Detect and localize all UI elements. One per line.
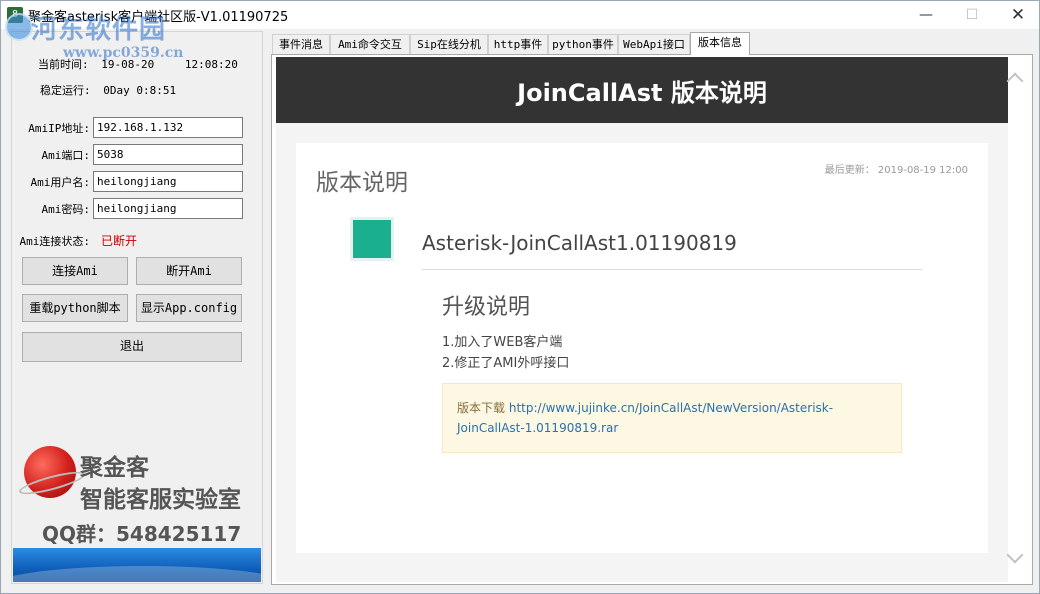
app-window: 8 聚金客asterisk客户端社区版-V1.01190725 — ☐ ✕ 当前… [0, 0, 1040, 594]
last-updated: 最后更新： 2019-08-19 12:00 [824, 165, 968, 176]
tab-event-messages[interactable]: 事件消息 [272, 34, 330, 55]
version-marker-icon [350, 217, 394, 261]
left-panel: 当前时间: 19-08-20 12:08:20 稳定运行: 0Day 0:8:5… [11, 31, 263, 584]
watermark-logo-icon [5, 13, 33, 41]
hero-title: JoinCallAst 版本说明 [276, 57, 1008, 123]
close-button[interactable]: ✕ [995, 1, 1040, 29]
version-info-pane: JoinCallAst 版本说明 版本说明 最后更新： 2019-08-19 1… [271, 54, 1033, 585]
tab-sip-extensions[interactable]: Sip在线分机 [410, 34, 488, 55]
brand-banner [13, 548, 261, 582]
tab-http-events[interactable]: http事件 [488, 34, 548, 55]
uptime-row: 稳定运行: 0Day 0:8:51 [40, 82, 176, 98]
disconnect-ami-button[interactable]: 断开Ami [136, 257, 242, 285]
tab-python-events[interactable]: python事件 [548, 34, 618, 55]
ami-password-label: Ami密码: [41, 203, 91, 216]
brand-name: 聚金客 [80, 455, 149, 481]
download-box: 版本下载 http://www.jujinke.cn/JoinCallAst/N… [442, 383, 902, 453]
exit-button[interactable]: 退出 [22, 332, 242, 362]
ami-port-field[interactable]: 5038 [93, 144, 243, 165]
maximize-button[interactable]: ☐ [949, 1, 995, 29]
version-card: 版本说明 最后更新： 2019-08-19 12:00 Asterisk-Joi… [296, 143, 988, 553]
ami-username-field[interactable]: heilongjiang [93, 171, 243, 192]
tab-webapi[interactable]: WebApi接口 [618, 34, 690, 55]
vertical-scrollbar[interactable] [1001, 59, 1029, 579]
scroll-down-icon[interactable] [1006, 546, 1024, 564]
upgrade-note: 2.修正了AMI外呼接口 [442, 356, 570, 371]
watermark-url: www.pc0359.cn [63, 45, 184, 61]
tab-version-info[interactable]: 版本信息 [690, 32, 750, 55]
connection-status-value: 已断开 [101, 234, 138, 248]
ami-ip-label: AmiIP地址: [28, 122, 90, 135]
scroll-up-icon[interactable] [1006, 72, 1024, 90]
card-title: 版本说明 [316, 170, 408, 196]
uptime-value: 0Day 0:8:51 [103, 84, 177, 97]
ami-username-label: Ami用户名: [30, 176, 91, 189]
upgrade-note: 1.加入了WEB客户端 [442, 335, 563, 350]
reload-python-button[interactable]: 重载python脚本 [22, 294, 128, 322]
tab-ami-commands[interactable]: Ami命令交互 [330, 34, 410, 55]
watermark-text: 河东软件园 [31, 15, 167, 45]
minimize-button[interactable]: — [903, 1, 949, 29]
upgrade-heading: 升级说明 [442, 295, 531, 320]
ami-port-label: Ami端口: [41, 149, 91, 162]
download-link[interactable]: http://www.jujinke.cn/JoinCallAst/NewVer… [457, 401, 833, 435]
version-document: JoinCallAst 版本说明 版本说明 最后更新： 2019-08-19 1… [276, 57, 1008, 582]
show-config-button[interactable]: 显示App.config [136, 294, 242, 322]
current-time-value: 12:08:20 [184, 58, 238, 71]
brand-globe-logo [24, 446, 76, 498]
qq-group: QQ群：548425117 [42, 522, 242, 546]
download-label: 版本下载 [457, 401, 506, 415]
brand-slogan: 智能客服实验室 [80, 487, 241, 513]
ami-password-field[interactable]: heilongjiang [93, 198, 243, 219]
ami-ip-field[interactable]: 192.168.1.132 [93, 117, 243, 138]
uptime-label: 稳定运行: [40, 84, 91, 97]
divider [422, 269, 922, 270]
version-name: Asterisk-JoinCallAst1.01190819 [422, 231, 737, 255]
connection-status-label: Ami连接状态: [19, 235, 91, 248]
connect-ami-button[interactable]: 连接Ami [22, 257, 128, 285]
